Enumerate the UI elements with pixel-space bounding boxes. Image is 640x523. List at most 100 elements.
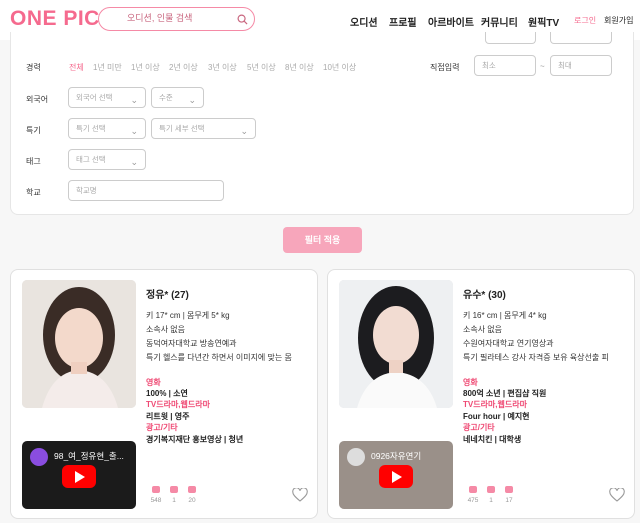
range-separator: ~ xyxy=(540,62,545,71)
heart-icon xyxy=(170,486,178,493)
max-age-stub[interactable] xyxy=(550,32,612,44)
skill-select[interactable]: 특기 선택 ⌄ xyxy=(68,118,146,139)
skill-select-text: 특기 선택 xyxy=(76,124,106,133)
min-age-stub[interactable] xyxy=(485,32,536,44)
skill-detail-text: 특기 세부 선택 xyxy=(159,124,205,133)
profile-special: 특기 헬스를 다년간 하면서 이미지에 맞는 몸 xyxy=(146,353,292,362)
chevron-down-icon: ⌄ xyxy=(240,126,248,136)
video-title: 98_여_정유현_출... xyxy=(54,451,124,461)
chevron-down-icon: ⌄ xyxy=(130,157,138,167)
category-drama: TV드라마,웹드라마 xyxy=(146,400,210,409)
skill-label: 특기 xyxy=(26,126,41,135)
movie-credit: 800억 소년 | 편집샵 직원 xyxy=(463,389,547,398)
like-stat: 1 xyxy=(484,486,498,504)
school-input[interactable]: 학교명 xyxy=(68,180,224,201)
like-count: 1 xyxy=(172,497,176,504)
channel-avatar xyxy=(30,448,48,466)
skill-detail-select[interactable]: 특기 세부 선택 ⌄ xyxy=(151,118,256,139)
profile-photo[interactable] xyxy=(339,280,453,408)
chevron-down-icon: ⌄ xyxy=(130,95,138,105)
profile-body: 키 16* cm | 몸무게 4* kg xyxy=(463,311,547,320)
like-stat: 1 xyxy=(167,486,181,504)
nav-parttime[interactable]: 아르바이트 xyxy=(428,14,474,29)
view-count: 475 xyxy=(467,497,479,504)
profile-special: 특기 필라테스 강사 자격증 보유 육상선출 피 xyxy=(463,353,609,362)
heart-icon xyxy=(487,486,495,493)
profile-video[interactable]: 0926자유연기 xyxy=(339,441,453,509)
tag-label: 태그 xyxy=(26,157,41,166)
profile-video[interactable]: 98_여_정유현_출... xyxy=(22,441,136,509)
profile-card[interactable]: 98_여_정유현_출... 정유* (27) 키 17* cm | 몸무게 5*… xyxy=(10,269,318,519)
chevron-down-icon: ⌄ xyxy=(188,95,196,105)
career-chip-1[interactable]: 1년 이상 xyxy=(131,62,160,73)
drama-credit: 리트윗 | 영주 xyxy=(146,412,190,421)
career-chip-3[interactable]: 3년 이상 xyxy=(208,62,237,73)
view-count: 548 xyxy=(150,497,162,504)
video-title: 0926자유연기 xyxy=(371,451,422,461)
view-stat: 475 xyxy=(466,486,480,504)
bookmark-stat: 17 xyxy=(502,486,516,504)
category-movie: 영화 xyxy=(463,378,478,387)
career-chip-5[interactable]: 5년 이상 xyxy=(247,62,276,73)
profile-agency: 소속사 없음 xyxy=(146,325,186,334)
career-min-input[interactable]: 최소 xyxy=(474,55,536,76)
view-stat: 548 xyxy=(149,486,163,504)
career-label: 경력 xyxy=(26,63,41,72)
drama-credit: Four hour | 예지현 xyxy=(463,412,530,421)
tag-select[interactable]: 태그 선택 ⌄ xyxy=(68,149,146,170)
profile-agency: 소속사 없음 xyxy=(463,325,503,334)
play-icon[interactable] xyxy=(379,465,413,488)
nav-onepick-tv[interactable]: 원픽TV xyxy=(528,14,559,29)
profile-stats: 548 1 20 xyxy=(149,486,209,510)
eye-icon xyxy=(152,486,160,493)
search-input[interactable]: 오디션, 인물 검색 xyxy=(98,7,255,31)
profile-name[interactable]: 유수* (30) xyxy=(463,286,506,301)
bookmark-icon xyxy=(188,486,196,493)
bookmark-count: 20 xyxy=(188,497,196,504)
category-movie: 영화 xyxy=(146,378,161,387)
language-level-text: 수준 xyxy=(159,93,173,102)
direct-input-label: 직접입력 xyxy=(430,63,460,72)
career-chip-2[interactable]: 2년 이상 xyxy=(169,62,198,73)
career-chip-all[interactable]: 전체 xyxy=(69,62,84,73)
career-chip-8[interactable]: 8년 이상 xyxy=(285,62,314,73)
nav-community[interactable]: 커뮤니티 xyxy=(481,14,518,29)
profile-stats: 475 1 17 xyxy=(466,486,526,510)
nav-audition[interactable]: 오디션 xyxy=(350,14,378,29)
search-icon[interactable] xyxy=(237,14,248,25)
category-ad: 광고/기타 xyxy=(146,423,178,432)
bookmark-count: 17 xyxy=(505,497,513,504)
nav-profile[interactable]: 프로필 xyxy=(389,14,417,29)
profile-card[interactable]: 0926자유연기 유수* (30) 키 16* cm | 몸무게 4* kg 소… xyxy=(327,269,635,519)
profile-photo[interactable] xyxy=(22,280,136,408)
chevron-down-icon: ⌄ xyxy=(130,126,138,136)
play-icon[interactable] xyxy=(62,465,96,488)
career-chip-lt1[interactable]: 1년 미만 xyxy=(93,62,122,73)
school-label: 학교 xyxy=(26,188,41,197)
language-select-text: 외국어 선택 xyxy=(76,93,113,102)
like-count: 1 xyxy=(489,497,493,504)
favorite-heart-icon[interactable] xyxy=(292,488,308,502)
language-select[interactable]: 외국어 선택 ⌄ xyxy=(68,87,146,108)
bookmark-icon xyxy=(505,486,513,493)
eye-icon xyxy=(469,486,477,493)
movie-credit: 100% | 소연 xyxy=(146,389,188,398)
language-level-select[interactable]: 수준 ⌄ xyxy=(151,87,204,108)
ad-credit: 경기복지재단 홍보영상 | 청년 xyxy=(146,435,244,444)
signup-link[interactable]: 회원가입 xyxy=(604,15,633,26)
profile-body: 키 17* cm | 몸무게 5* kg xyxy=(146,311,230,320)
career-max-input[interactable]: 최대 xyxy=(550,55,612,76)
channel-avatar xyxy=(347,448,365,466)
login-link[interactable]: 로그인 xyxy=(574,15,596,26)
favorite-heart-icon[interactable] xyxy=(609,488,625,502)
tag-select-text: 태그 선택 xyxy=(76,155,106,164)
category-drama: TV드라마,웹드라마 xyxy=(463,400,527,409)
apply-filter-button[interactable]: 필터 적용 xyxy=(283,227,362,253)
profile-name[interactable]: 정유* (27) xyxy=(146,286,189,301)
career-chip-10[interactable]: 10년 이상 xyxy=(323,62,356,73)
language-label: 외국어 xyxy=(26,95,49,104)
bookmark-stat: 20 xyxy=(185,486,199,504)
ad-credit: 네네치킨 | 대학생 xyxy=(463,435,522,444)
profile-school: 동덕여자대학교 방송연예과 xyxy=(146,339,237,348)
category-ad: 광고/기타 xyxy=(463,423,495,432)
